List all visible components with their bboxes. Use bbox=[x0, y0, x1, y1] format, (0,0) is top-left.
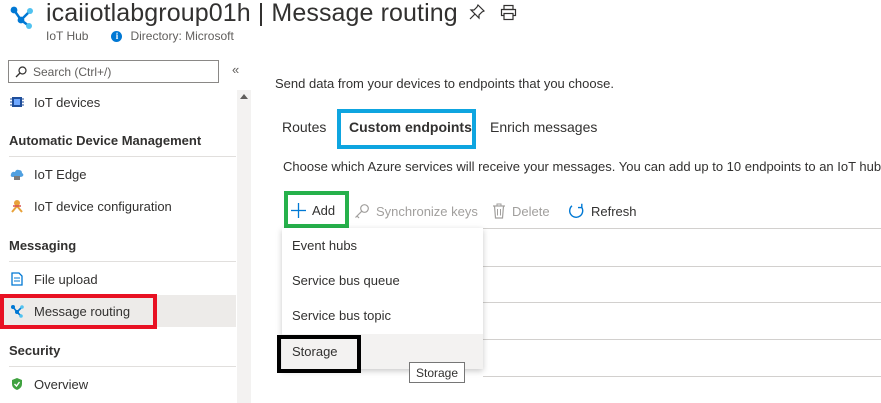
synchronize-keys-label: Synchronize keys bbox=[376, 203, 478, 219]
iot-devices-icon bbox=[10, 97, 24, 107]
pin-icon[interactable] bbox=[469, 4, 485, 20]
print-icon[interactable] bbox=[500, 4, 517, 21]
sidebar-item-label: IoT Edge bbox=[34, 166, 87, 182]
highlight-custom-endpoints bbox=[337, 109, 476, 149]
delete-button[interactable]: Delete bbox=[492, 203, 550, 219]
sidebar-item-security-overview[interactable]: Overview bbox=[0, 368, 236, 400]
section-divider bbox=[9, 261, 236, 262]
search-placeholder: Search (Ctrl+/) bbox=[33, 64, 112, 79]
highlight-add-button bbox=[284, 191, 349, 228]
collapse-sidebar-button[interactable]: « bbox=[232, 62, 239, 77]
endpoints-description: Choose which Azure services will receive… bbox=[283, 159, 881, 174]
table-divider bbox=[483, 266, 881, 267]
search-icon bbox=[15, 65, 27, 77]
resource-type: IoT Hub bbox=[46, 29, 89, 43]
table-divider bbox=[483, 302, 881, 303]
section-security: Security bbox=[9, 343, 61, 358]
highlight-storage bbox=[277, 335, 361, 373]
scroll-up-icon[interactable] bbox=[240, 94, 248, 99]
refresh-label: Refresh bbox=[591, 204, 637, 219]
intro-text: Send data from your devices to endpoints… bbox=[275, 76, 614, 91]
storage-tooltip: Storage bbox=[409, 362, 466, 383]
sidebar-scrollbar[interactable] bbox=[237, 90, 251, 403]
directory-label: Directory: Microsoft bbox=[130, 29, 234, 43]
menu-item-event-hubs[interactable]: Event hubs bbox=[282, 228, 483, 263]
delete-label: Delete bbox=[512, 203, 550, 219]
tab-enrich-messages[interactable]: Enrich messages bbox=[490, 119, 597, 135]
sidebar-item-label: File upload bbox=[34, 271, 98, 287]
menu-item-service-bus-topic[interactable]: Service bus topic bbox=[282, 298, 483, 333]
section-divider bbox=[9, 156, 236, 157]
sidebar-item-label: Overview bbox=[34, 376, 89, 392]
table-divider bbox=[483, 339, 881, 340]
resource-name: icaiiotlabgroup01h bbox=[46, 0, 251, 27]
page-name: Message routing bbox=[271, 0, 458, 27]
menu-item-service-bus-queue[interactable]: Service bus queue bbox=[282, 263, 483, 298]
sidebar-item-file-upload[interactable]: File upload bbox=[0, 263, 236, 295]
device-configuration-icon bbox=[11, 200, 23, 213]
trash-icon bbox=[493, 203, 505, 219]
iot-hub-icon bbox=[10, 6, 33, 29]
sidebar-item-iot-edge[interactable]: IoT Edge bbox=[0, 158, 236, 190]
search-input[interactable]: Search (Ctrl+/) bbox=[8, 60, 219, 83]
sidebar-item-label: IoT device configuration bbox=[34, 198, 172, 214]
resource-subtitle: IoT Hub i Directory: Microsoft bbox=[46, 29, 234, 43]
section-divider bbox=[9, 366, 236, 367]
page-title: icaiiotlabgroup01h | Message routing bbox=[46, 0, 458, 28]
tab-routes[interactable]: Routes bbox=[282, 119, 326, 135]
refresh-button[interactable]: Refresh bbox=[568, 203, 637, 220]
section-automatic-device-management: Automatic Device Management bbox=[9, 133, 202, 148]
security-shield-icon bbox=[12, 378, 22, 390]
highlight-message-routing bbox=[0, 294, 157, 329]
sidebar-item-iot-devices[interactable]: IoT devices bbox=[0, 86, 236, 118]
sidebar-item-label: IoT devices bbox=[34, 94, 101, 110]
iot-edge-icon bbox=[10, 169, 24, 180]
synchronize-keys-button[interactable]: Synchronize keys bbox=[354, 203, 478, 219]
sidebar-item-iot-device-configuration[interactable]: IoT device configuration bbox=[0, 190, 236, 222]
file-upload-icon bbox=[11, 272, 23, 286]
section-messaging: Messaging bbox=[9, 238, 77, 253]
info-icon: i bbox=[111, 30, 123, 42]
refresh-icon bbox=[569, 203, 584, 218]
title-separator: | bbox=[250, 0, 272, 27]
key-icon bbox=[355, 204, 369, 219]
table-divider bbox=[483, 376, 881, 377]
